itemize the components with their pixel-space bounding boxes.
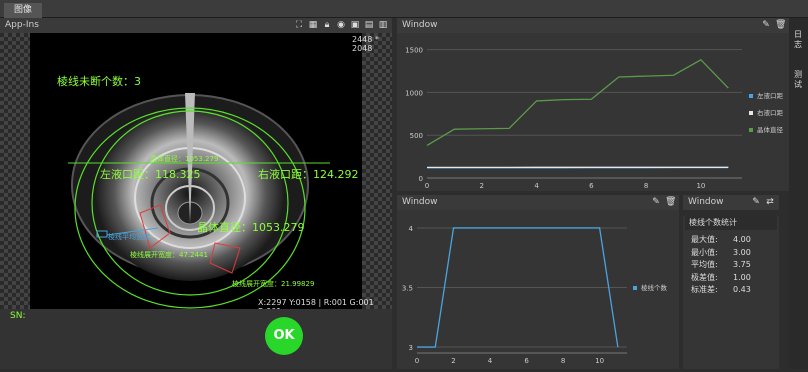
tab-bar: 图像 bbox=[0, 0, 808, 18]
right-sidebar: 日志 测试 bbox=[789, 18, 808, 369]
result-area: SN: bbox=[0, 309, 392, 369]
legend-label: 右液口距 bbox=[757, 108, 784, 117]
edit-icon[interactable]: ✎ bbox=[651, 195, 661, 210]
stat-row: 平均值:3.75 bbox=[683, 259, 779, 272]
stat-row: 标准差:0.43 bbox=[683, 284, 779, 297]
unfold-width-label-1: 棱线展开宽度：47.2441 bbox=[130, 250, 208, 260]
x-tick-label: 6 bbox=[524, 357, 529, 365]
sidebar-item-test[interactable]: 测试 bbox=[794, 70, 804, 90]
stat-value: 3.75 bbox=[733, 259, 751, 272]
x-tick-label: 6 bbox=[589, 182, 594, 190]
edge-unbroken-label: 棱线未断个数：3 bbox=[57, 73, 141, 89]
stat-value: 3.00 bbox=[733, 247, 751, 260]
x-tick-label: 8 bbox=[644, 182, 648, 190]
save-icon[interactable]: ▤ bbox=[364, 18, 374, 33]
series-line bbox=[427, 60, 728, 146]
stats-header: Window ✎ ⇄ bbox=[683, 195, 779, 210]
stats-rows: 最大值:4.00最小值:3.00平均值:3.75极差值:1.00标准差:0.43 bbox=[683, 234, 779, 297]
swap-icon[interactable]: ⇄ bbox=[765, 195, 775, 210]
x-tick-label: 4 bbox=[534, 182, 539, 190]
delete-icon[interactable]: 🗑︎ bbox=[775, 18, 785, 33]
delete-icon[interactable]: 🗑︎ bbox=[665, 195, 675, 210]
stat-value: 0.43 bbox=[733, 284, 751, 297]
diameter-chart: 0 500 1000 1500 0 2 4 6 8 10 左液口距右液口距晶体直径 bbox=[397, 33, 789, 191]
image-view[interactable]: 2448 * 2048 棱线未断个数：3 左液口距：118.325 右液口距：1… bbox=[0, 33, 392, 309]
chart1-title: Window bbox=[402, 20, 438, 30]
y-tick-label: 3 bbox=[409, 344, 413, 352]
stat-label: 极差值: bbox=[691, 272, 733, 285]
legend-label: 左液口距 bbox=[757, 91, 784, 100]
left-distance-label: 左液口距：118.325 bbox=[100, 166, 201, 182]
chart1-panel: 0 500 1000 1500 0 2 4 6 8 10 左液口距右液口距晶体直径 bbox=[397, 33, 789, 191]
legend-swatch bbox=[633, 286, 637, 290]
edge-count-chart: 3 3.5 4 0 2 4 6 8 10 棱线个数 bbox=[397, 210, 679, 369]
eye-icon[interactable]: ◉ bbox=[336, 18, 346, 33]
one-to-one-icon[interactable]: ▣ bbox=[350, 18, 360, 33]
stat-value: 1.00 bbox=[733, 272, 751, 285]
y-tick-label: 500 bbox=[410, 132, 423, 140]
x-tick-label: 0 bbox=[415, 357, 419, 365]
small-diameter-label: 晶体直径：1053.279 bbox=[150, 154, 218, 164]
delete-icon[interactable]: ▥ bbox=[378, 18, 388, 33]
sn-label: SN: bbox=[10, 311, 25, 321]
grid-icon[interactable]: ▦ bbox=[308, 18, 318, 33]
lock-icon[interactable]: 🔒︎ bbox=[322, 18, 332, 33]
ok-button[interactable]: OK bbox=[265, 317, 303, 355]
sidebar-item-log[interactable]: 日志 bbox=[794, 30, 804, 50]
image-panel-header: App-Ins ⛶ ▦ 🔒︎ ◉ ▣ ▤ ▥ bbox=[0, 18, 392, 33]
x-tick-label: 2 bbox=[451, 357, 455, 365]
chart2-header: Window ✎ 🗑︎ bbox=[397, 195, 679, 210]
tab-image[interactable]: 图像 bbox=[4, 3, 42, 18]
status-bar: X:2297 Y:0158 | R:001 G:001 B:001 bbox=[258, 298, 392, 309]
y-tick-label: 1000 bbox=[405, 89, 423, 97]
x-tick-label: 10 bbox=[696, 182, 705, 190]
chart2-title: Window bbox=[402, 197, 438, 207]
y-tick-label: 3.5 bbox=[402, 285, 413, 293]
x-tick-label: 2 bbox=[480, 182, 484, 190]
stat-row: 最大值:4.00 bbox=[683, 234, 779, 247]
avg-width-label: 棱线平均宽度... bbox=[108, 232, 157, 242]
x-tick-label: 8 bbox=[561, 357, 565, 365]
stat-label: 标准差: bbox=[691, 284, 733, 297]
legend-label: 晶体直径 bbox=[757, 125, 784, 134]
y-tick-label: 4 bbox=[409, 225, 414, 233]
x-tick-label: 0 bbox=[425, 182, 429, 190]
edit-icon[interactable]: ✎ bbox=[751, 195, 761, 210]
stats-panel: 棱线个数统计 最大值:4.00最小值:3.00平均值:3.75极差值:1.00标… bbox=[683, 216, 779, 369]
stat-value: 4.00 bbox=[733, 234, 751, 247]
fit-icon[interactable]: ⛶ bbox=[294, 18, 304, 33]
stat-label: 最大值: bbox=[691, 234, 733, 247]
stats-title: 棱线个数统计 bbox=[685, 216, 777, 230]
stat-label: 最小值: bbox=[691, 247, 733, 260]
stats-window-title: Window bbox=[688, 197, 724, 207]
unfold-width-label-2: 棱线展开宽度：21.99829 bbox=[232, 279, 314, 289]
chart2-panel: 3 3.5 4 0 2 4 6 8 10 棱线个数 bbox=[397, 210, 679, 369]
stat-row: 极差值:1.00 bbox=[683, 272, 779, 285]
x-tick-label: 4 bbox=[488, 357, 493, 365]
legend-swatch bbox=[749, 111, 753, 115]
stat-label: 平均值: bbox=[691, 259, 733, 272]
stat-row: 最小值:3.00 bbox=[683, 247, 779, 260]
legend-swatch bbox=[749, 128, 753, 132]
y-tick-label: 0 bbox=[419, 175, 423, 183]
image-panel-title: App-Ins bbox=[5, 20, 39, 30]
edit-icon[interactable]: ✎ bbox=[761, 18, 771, 33]
y-tick-label: 1500 bbox=[405, 47, 423, 55]
legend-label: 棱线个数 bbox=[641, 283, 668, 292]
crystal-diameter-label: 晶体直径：1053.279 bbox=[197, 219, 305, 235]
legend-swatch bbox=[749, 94, 753, 98]
right-distance-label: 右液口距：124.292 bbox=[258, 166, 359, 182]
x-tick-label: 10 bbox=[595, 357, 604, 365]
image-toolbar: ⛶ ▦ 🔒︎ ◉ ▣ ▤ ▥ bbox=[294, 18, 388, 33]
chart1-header: Window ✎ 🗑︎ bbox=[397, 18, 789, 33]
